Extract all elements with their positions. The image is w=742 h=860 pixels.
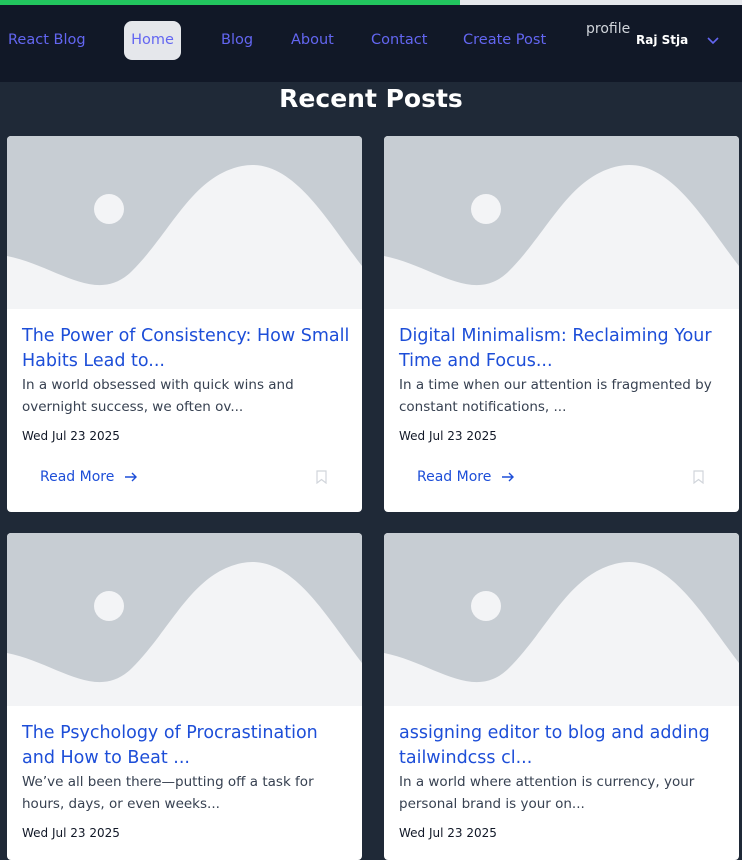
nav-link-about[interactable]: About <box>291 21 334 60</box>
read-more-link[interactable]: Read More <box>417 467 515 487</box>
profile-name[interactable]: Raj Stja <box>636 33 688 47</box>
nav-link-home[interactable]: Home <box>124 21 181 60</box>
read-more-link[interactable]: Read More <box>40 467 138 487</box>
image-placeholder-icon <box>384 533 739 706</box>
nav-link-blog[interactable]: Blog <box>221 21 253 60</box>
bookmark-icon[interactable] <box>693 470 704 484</box>
post-excerpt: We’ve all been there—putting off a task … <box>22 774 314 812</box>
arrow-right-icon <box>125 472 138 482</box>
post-title[interactable]: The Psychology of Procrastination and Ho… <box>22 721 352 771</box>
post-title[interactable]: Digital Minimalism: Reclaiming Your Time… <box>399 324 729 374</box>
arrow-right-icon <box>502 472 515 482</box>
brand-link[interactable]: React Blog <box>8 21 86 60</box>
post-excerpt: In a world where attention is currency, … <box>399 774 695 812</box>
post-card: Digital Minimalism: Reclaiming Your Time… <box>384 136 739 512</box>
read-more-label: Read More <box>417 469 492 485</box>
post-card: The Psychology of Procrastination and Ho… <box>7 533 362 860</box>
post-card: assigning editor to blog and adding tail… <box>384 533 739 860</box>
post-date: Wed Jul 23 2025 <box>399 826 497 840</box>
profile-label[interactable]: profile <box>586 21 630 37</box>
post-excerpt: In a world obsessed with quick wins and … <box>22 377 294 415</box>
post-excerpt: In a time when our attention is fragment… <box>399 377 712 415</box>
nav-link-create-post[interactable]: Create Post <box>463 21 546 60</box>
nav-link-contact[interactable]: Contact <box>371 21 427 60</box>
post-title[interactable]: The Power of Consistency: How Small Habi… <box>22 324 352 374</box>
image-placeholder-icon <box>7 533 362 706</box>
image-placeholder-icon <box>384 136 739 309</box>
post-date: Wed Jul 23 2025 <box>22 429 120 443</box>
page-title: Recent Posts <box>279 84 463 113</box>
navbar: React Blog Home Blog About Contact Creat… <box>0 5 742 82</box>
post-date: Wed Jul 23 2025 <box>22 826 120 840</box>
post-date: Wed Jul 23 2025 <box>399 429 497 443</box>
image-placeholder-icon <box>7 136 362 309</box>
bookmark-icon[interactable] <box>316 470 327 484</box>
read-more-label: Read More <box>40 469 115 485</box>
post-card: The Power of Consistency: How Small Habi… <box>7 136 362 512</box>
chevron-down-icon[interactable] <box>706 36 720 46</box>
post-title[interactable]: assigning editor to blog and adding tail… <box>399 721 729 771</box>
